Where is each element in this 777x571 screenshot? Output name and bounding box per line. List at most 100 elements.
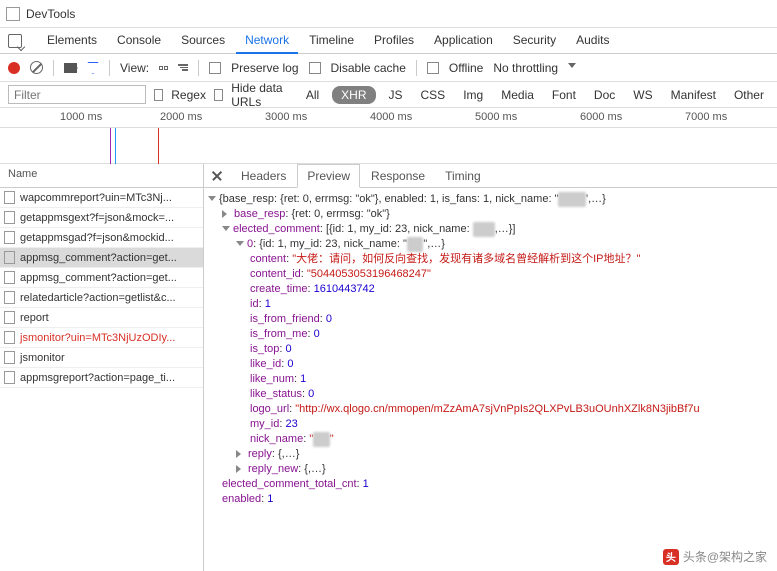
request-item[interactable]: getappmsgad?f=json&mockid...	[0, 228, 203, 248]
request-name: getappmsgad?f=json&mockid...	[20, 232, 174, 244]
document-icon	[4, 211, 15, 224]
app-icon	[6, 7, 20, 21]
timeline-overview[interactable]: 1000 ms 2000 ms 3000 ms 4000 ms 5000 ms …	[0, 108, 777, 164]
divider	[416, 60, 417, 76]
detail-tab-response[interactable]: Response	[362, 165, 434, 187]
tick: 4000 ms	[370, 111, 412, 123]
divider	[53, 60, 54, 76]
detail-tabs: Headers Preview Response Timing	[204, 164, 777, 188]
tab-console[interactable]: Console	[108, 28, 170, 54]
request-item[interactable]: getappmsgext?f=json&mock=...	[0, 208, 203, 228]
offline-label: Offline	[449, 61, 483, 75]
document-icon	[4, 251, 15, 264]
tick: 3000 ms	[265, 111, 307, 123]
clear-icon[interactable]	[30, 61, 43, 74]
disable-cache-label: Disable cache	[331, 61, 406, 75]
tab-profiles[interactable]: Profiles	[365, 28, 423, 54]
filter-other[interactable]: Other	[729, 86, 769, 104]
tick: 1000 ms	[60, 111, 102, 123]
filter-img[interactable]: Img	[458, 86, 488, 104]
filter-css[interactable]: CSS	[416, 86, 451, 104]
offline-checkbox[interactable]	[427, 62, 439, 74]
document-icon	[4, 371, 15, 384]
request-item[interactable]: report	[0, 308, 203, 328]
document-icon	[4, 231, 15, 244]
document-icon	[4, 331, 15, 344]
filter-ws[interactable]: WS	[628, 86, 657, 104]
document-icon	[4, 291, 15, 304]
tick: 7000 ms	[685, 111, 727, 123]
request-item[interactable]: appmsg_comment?action=get...	[0, 268, 203, 288]
tab-network[interactable]: Network	[236, 28, 298, 54]
detail-tab-preview[interactable]: Preview	[297, 164, 360, 188]
document-icon	[4, 311, 15, 324]
tab-security[interactable]: Security	[504, 28, 565, 54]
view-label: View:	[120, 61, 149, 75]
request-item[interactable]: wapcommreport?uin=MTc3Nj...	[0, 188, 203, 208]
request-item[interactable]: appmsgreport?action=page_ti...	[0, 368, 203, 388]
filter-xhr[interactable]: XHR	[332, 86, 375, 104]
throttling-select[interactable]: No throttling	[493, 61, 558, 75]
divider	[109, 60, 110, 76]
request-name: getappmsgext?f=json&mock=...	[20, 212, 174, 224]
dropdown-icon[interactable]	[568, 63, 576, 72]
request-name: appmsg_comment?action=get...	[20, 252, 177, 264]
tab-elements[interactable]: Elements	[38, 28, 106, 54]
screenshot-icon[interactable]	[64, 63, 77, 73]
detail-tab-timing[interactable]: Timing	[436, 165, 490, 187]
timeline-bar	[115, 128, 116, 164]
filter-manifest[interactable]: Manifest	[666, 86, 721, 104]
request-name: report	[20, 312, 49, 324]
watermark: 头 头条@架构之家	[663, 548, 767, 565]
name-heading: Name	[0, 164, 203, 188]
preview-pane[interactable]: {base_resp: {ret: 0, errmsg: "ok"}, enab…	[204, 188, 777, 571]
regex-checkbox[interactable]	[154, 89, 163, 101]
tab-sources[interactable]: Sources	[172, 28, 234, 54]
inspect-element-icon[interactable]	[8, 34, 22, 48]
timeline-bar	[158, 128, 159, 164]
filter-icon[interactable]	[87, 62, 99, 74]
filter-js[interactable]: JS	[384, 86, 408, 104]
request-item[interactable]: jsmonitor?uin=MTc3NjUzODIy...	[0, 328, 203, 348]
timeline-bar	[110, 128, 111, 164]
request-name: appmsgreport?action=page_ti...	[20, 372, 175, 384]
request-item[interactable]: jsmonitor	[0, 348, 203, 368]
waterfall-icon[interactable]	[178, 64, 188, 71]
disable-cache-checkbox[interactable]	[309, 62, 321, 74]
tick: 5000 ms	[475, 111, 517, 123]
window-title: DevTools	[26, 7, 75, 21]
filter-doc[interactable]: Doc	[589, 86, 620, 104]
filter-input[interactable]	[8, 85, 146, 104]
large-rows-icon[interactable]	[159, 66, 168, 70]
preserve-log-label: Preserve log	[231, 61, 298, 75]
document-icon	[4, 191, 15, 204]
filter-all[interactable]: All	[301, 86, 324, 104]
request-item[interactable]: relatedarticle?action=getlist&c...	[0, 288, 203, 308]
regex-label: Regex	[171, 88, 206, 102]
tick: 2000 ms	[160, 111, 202, 123]
request-sidebar: Name wapcommreport?uin=MTc3Nj... getappms…	[0, 164, 204, 571]
watermark-logo-icon: 头	[663, 549, 679, 565]
filter-media[interactable]: Media	[496, 86, 539, 104]
request-name: appmsg_comment?action=get...	[20, 272, 177, 284]
preserve-log-checkbox[interactable]	[209, 62, 221, 74]
tab-timeline[interactable]: Timeline	[300, 28, 363, 54]
main-tabs: Elements Console Sources Network Timelin…	[0, 28, 777, 54]
document-icon	[4, 351, 15, 364]
document-icon	[4, 271, 15, 284]
request-list: wapcommreport?uin=MTc3Nj... getappmsgext?…	[0, 188, 203, 571]
request-name: jsmonitor?uin=MTc3NjUzODIy...	[20, 332, 175, 344]
tab-audits[interactable]: Audits	[567, 28, 618, 54]
hide-data-urls-label: Hide data URLs	[231, 81, 293, 109]
request-item[interactable]: appmsg_comment?action=get...	[0, 248, 203, 268]
detail-tab-headers[interactable]: Headers	[232, 165, 295, 187]
tab-application[interactable]: Application	[425, 28, 502, 54]
request-name: relatedarticle?action=getlist&c...	[20, 292, 176, 304]
network-toolbar: View: Preserve log Disable cache Offline…	[0, 54, 777, 82]
record-icon[interactable]	[8, 62, 20, 74]
tick: 6000 ms	[580, 111, 622, 123]
close-icon[interactable]	[210, 169, 224, 183]
hide-data-urls-checkbox[interactable]	[214, 89, 223, 101]
request-name: jsmonitor	[20, 352, 65, 364]
filter-font[interactable]: Font	[547, 86, 581, 104]
